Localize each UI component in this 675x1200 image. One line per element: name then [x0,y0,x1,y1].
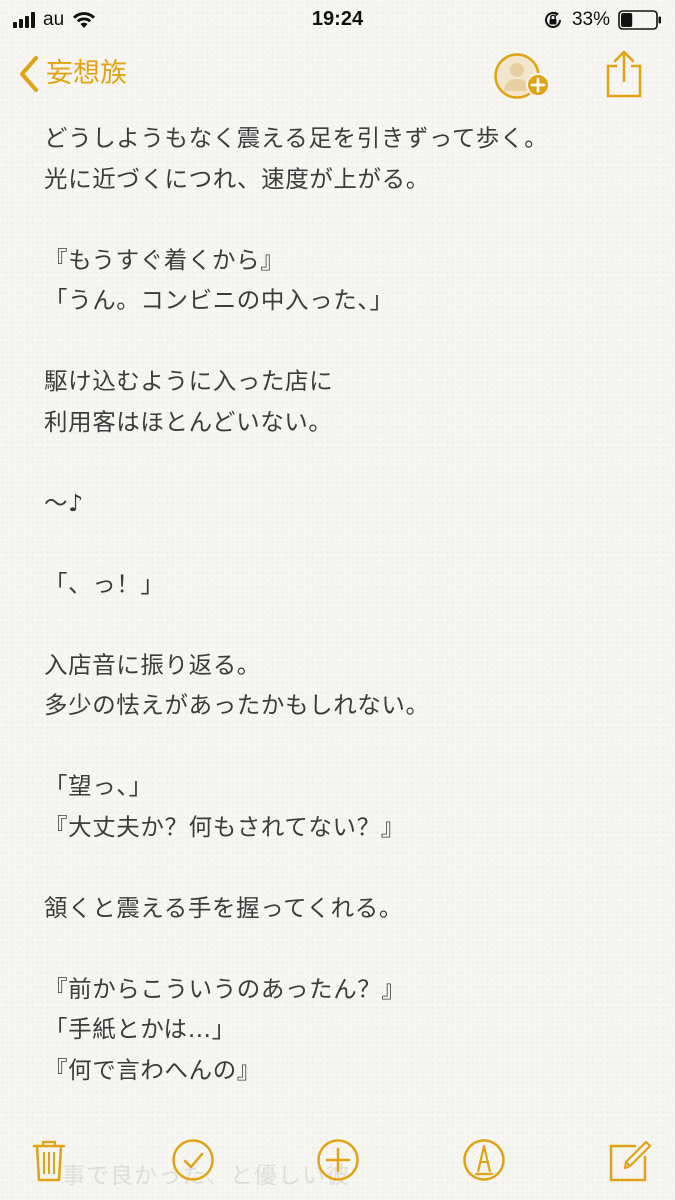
battery-icon [618,10,661,30]
note-line: 入店音に振り返る。 [44,650,261,679]
checklist-icon [172,1139,214,1181]
back-label: 妄想族 [46,58,127,89]
add-person-button[interactable] [493,52,557,102]
note-line: 「、っ！」 [44,569,165,598]
note-line: 頷くと震える手を握ってくれる。 [44,893,403,922]
compose-button[interactable] [606,1136,652,1184]
note-line [44,726,659,767]
add-button[interactable] [315,1136,361,1184]
status-bar: au 19:24 33% [0,0,675,40]
add-icon [317,1139,359,1181]
note-line: 「うん。コンビニの中入った、」 [44,286,394,314]
trash-icon [32,1140,66,1182]
note-line: 光に近づくにつれ、速度が上がる。 [44,164,430,193]
note-line [44,604,659,645]
delete-button[interactable] [26,1136,72,1184]
battery-percent: 33% [571,9,610,30]
note-line [44,321,659,362]
note-line: 『大丈夫か？何もされてない？』 [44,812,405,841]
back-chevron-icon [20,56,38,92]
note-line: 「手紙とかは…」 [44,1015,236,1043]
checklist-button[interactable] [170,1136,216,1184]
bottom-toolbar: 事で良かった、と優しい彼 [0,1128,675,1200]
note-line: 『もうすぐ着くから』 [44,245,285,274]
markup-icon [463,1139,505,1181]
note-line [44,847,659,888]
add-person-icon [494,53,550,99]
note-line: 『前からこういうのあったん？』 [44,974,406,1003]
rotation-lock-icon [544,11,561,28]
share-button[interactable] [604,48,644,100]
note-line [44,928,659,969]
note-line [44,442,659,483]
note-body[interactable]: どうしようもなく震える足を引きずって歩く。 光に近づくにつれ、速度が上がる。 『もう… [44,118,659,1118]
note-line: 「望っ、」 [44,772,153,800]
note-line: どうしようもなく震える足を引きずって歩く。 [44,124,549,152]
note-line: 多少の怯えがあったかもしれない。 [44,691,430,719]
note-line: 利用客はほとんどいない。 [44,407,333,436]
compose-icon [609,1140,652,1182]
note-line [44,523,659,564]
share-icon [606,50,642,98]
note-line: 駆け込むように入った店に [44,367,334,395]
battery-fill [621,13,633,27]
note-line [44,199,659,240]
back-button[interactable]: 妄想族 [18,52,127,96]
nav-bar: 妄想族 [0,40,675,115]
note-line: 『何で言わへんの』 [44,1055,261,1084]
note-line: 〜♪ [44,488,84,517]
status-right: 33% [542,8,662,32]
markup-button[interactable] [461,1136,507,1184]
